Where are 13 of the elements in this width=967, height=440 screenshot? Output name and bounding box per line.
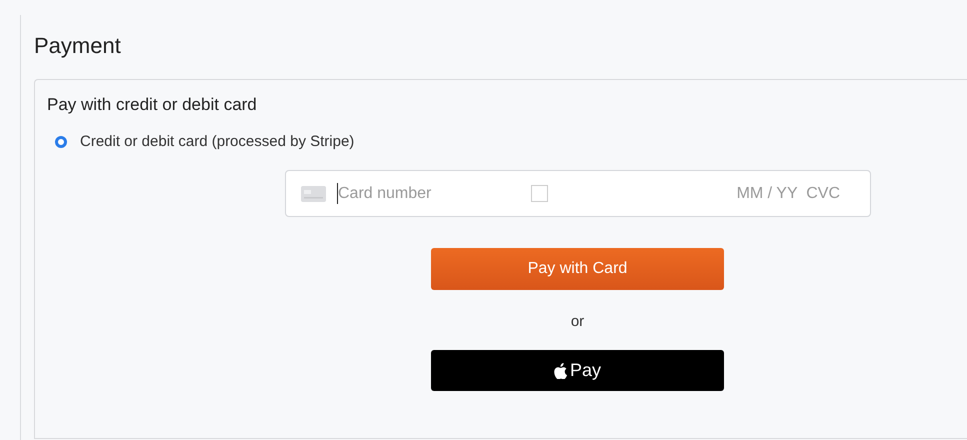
section-heading: Pay with credit or debit card <box>47 95 257 115</box>
pay-button[interactable]: Pay with Card <box>431 248 724 290</box>
option-label[interactable]: Credit or debit card (processed by Stripe) <box>80 133 354 150</box>
expiry-cvc-placeholder: MM / YY CVC <box>736 184 840 202</box>
apple-icon <box>554 362 567 378</box>
apple-pay-button[interactable]: Pay <box>431 350 724 391</box>
square-icon <box>531 185 548 202</box>
radio-button[interactable] <box>55 136 67 148</box>
page-title: Payment <box>34 33 121 59</box>
separator-text: or <box>570 313 584 330</box>
text-cursor <box>337 183 338 204</box>
card-icon <box>301 186 326 202</box>
card-number-placeholder: Card number <box>338 184 432 202</box>
